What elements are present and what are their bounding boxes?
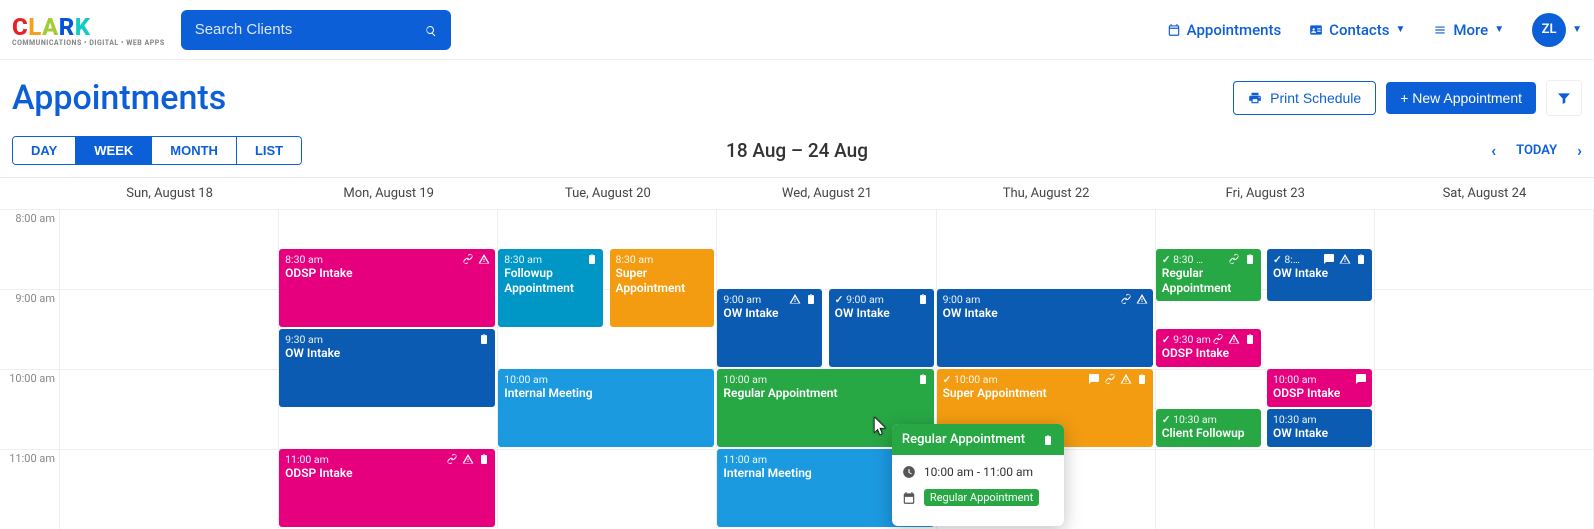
avatar: ZL — [1532, 13, 1566, 47]
date-range: 18 Aug – 24 Aug — [726, 139, 868, 162]
id-card-icon — [1309, 23, 1323, 37]
print-schedule-button[interactable]: Print Schedule — [1233, 81, 1376, 115]
calendar-event[interactable]: 8:30 amSuper Appointment — [610, 249, 715, 327]
day-header: Wed, August 21 — [717, 178, 936, 209]
day-header: Sat, August 24 — [1375, 178, 1594, 209]
tooltip-tag-row: Regular Appointment — [902, 489, 1054, 506]
page-header: Appointments Print Schedule + New Appoin… — [0, 60, 1594, 126]
day-header: Sun, August 18 — [60, 178, 279, 209]
search-box[interactable] — [181, 10, 451, 50]
day-col-mon[interactable]: 8:30 amODSP Intake9:30 amOW Intake 11:00 … — [279, 209, 498, 529]
list-icon — [1433, 23, 1447, 37]
calendar-event[interactable]: 10:00 amInternal Meeting — [498, 369, 714, 447]
search-icon[interactable] — [425, 20, 437, 39]
view-day[interactable]: DAY — [13, 137, 76, 164]
view-month[interactable]: MONTH — [152, 137, 237, 164]
day-col-fri[interactable]: 8:30 …Regular Appointment8:…OW Intake9:3… — [1156, 209, 1375, 529]
calendar-event[interactable]: 8:30 amODSP Intake — [279, 249, 495, 327]
prev-week-button[interactable]: ‹ — [1491, 141, 1496, 160]
top-nav: Appointments Contacts ▼ More ▼ ZL ▼ — [1167, 13, 1582, 47]
calendar-event[interactable]: 9:00 amOW Intake — [937, 289, 1153, 367]
today-button[interactable]: TODAY — [1516, 143, 1557, 158]
day-col-sun[interactable] — [60, 209, 279, 529]
calendar: Sun, August 18 Mon, August 19 Tue, Augus… — [0, 177, 1594, 529]
view-controls: DAY WEEK MONTH LIST 18 Aug – 24 Aug ‹ TO… — [0, 126, 1594, 167]
day-col-sat[interactable] — [1375, 209, 1594, 529]
view-segment: DAY WEEK MONTH LIST — [12, 136, 302, 165]
printer-icon — [1248, 91, 1262, 105]
chevron-down-icon: ▼ — [1395, 24, 1405, 35]
calendar-event[interactable]: 8:…OW Intake — [1267, 249, 1372, 301]
day-header: Tue, August 20 — [498, 178, 717, 209]
nav-more[interactable]: More ▼ — [1433, 21, 1504, 39]
day-header: Mon, August 19 — [279, 178, 498, 209]
calendar-event[interactable]: 11:00 amODSP Intake — [279, 449, 495, 527]
next-week-button[interactable]: › — [1577, 141, 1582, 160]
chevron-down-icon: ▼ — [1572, 24, 1582, 35]
tooltip-header: Regular Appointment — [892, 424, 1064, 455]
day-headers: Sun, August 18 Mon, August 19 Tue, Augus… — [0, 178, 1594, 209]
calendar-body: 8:00 am 9:00 am 10:00 am 11:00 am 8:30 a… — [0, 209, 1594, 529]
calendar-event[interactable]: 9:00 amOW Intake — [717, 289, 822, 367]
calendar-event[interactable]: 10:30 amClient Followup — [1156, 409, 1261, 447]
day-header: Thu, August 22 — [937, 178, 1156, 209]
chevron-down-icon: ▼ — [1494, 24, 1504, 35]
user-menu[interactable]: ZL ▼ — [1532, 13, 1582, 47]
calendar-event[interactable]: 8:30 …Regular Appointment — [1156, 249, 1261, 301]
new-appointment-button[interactable]: + New Appointment — [1386, 82, 1536, 114]
calendar-event[interactable]: 10:00 amODSP Intake — [1267, 369, 1372, 407]
search-input[interactable] — [195, 21, 425, 38]
clock-icon — [902, 465, 916, 479]
filter-button[interactable] — [1546, 80, 1582, 116]
view-list[interactable]: LIST — [237, 137, 301, 164]
calendar-icon — [902, 491, 916, 505]
view-week[interactable]: WEEK — [76, 137, 152, 164]
day-col-tue[interactable]: 8:30 amFollowup Appointment8:30 amSuper … — [498, 209, 717, 529]
calendar-event[interactable]: 9:00 amOW Intake — [829, 289, 934, 367]
tooltip-time-row: 10:00 am - 11:00 am — [902, 465, 1054, 479]
calendar-event[interactable]: 8:30 amFollowup Appointment — [498, 249, 603, 327]
logo[interactable]: CLARK COMMUNICATIONS • DIGITAL • WEB APP… — [12, 13, 165, 47]
logo-subtitle: COMMUNICATIONS • DIGITAL • WEB APPS — [12, 39, 165, 47]
filter-icon — [1556, 90, 1572, 106]
calendar-event[interactable]: 9:30 amOW Intake — [279, 329, 495, 407]
topbar: CLARK COMMUNICATIONS • DIGITAL • WEB APP… — [0, 0, 1594, 60]
nav-contacts[interactable]: Contacts ▼ — [1309, 21, 1405, 39]
page-title: Appointments — [12, 78, 226, 118]
calendar-event[interactable]: 10:30 amOW Intake — [1267, 409, 1372, 447]
day-header: Fri, August 23 — [1156, 178, 1375, 209]
day-col-wed[interactable]: 9:00 amOW Intake9:00 amOW Intake10:00 am… — [717, 209, 936, 529]
calendar-icon — [1167, 23, 1181, 37]
calendar-event[interactable]: 9:30 amODSP Intake — [1156, 329, 1261, 367]
time-column: 8:00 am 9:00 am 10:00 am 11:00 am — [0, 209, 60, 529]
event-tooltip: Regular Appointment 10:00 am - 11:00 am … — [892, 424, 1064, 526]
nav-appointments[interactable]: Appointments — [1167, 21, 1282, 39]
clipboard-icon — [1042, 432, 1054, 447]
